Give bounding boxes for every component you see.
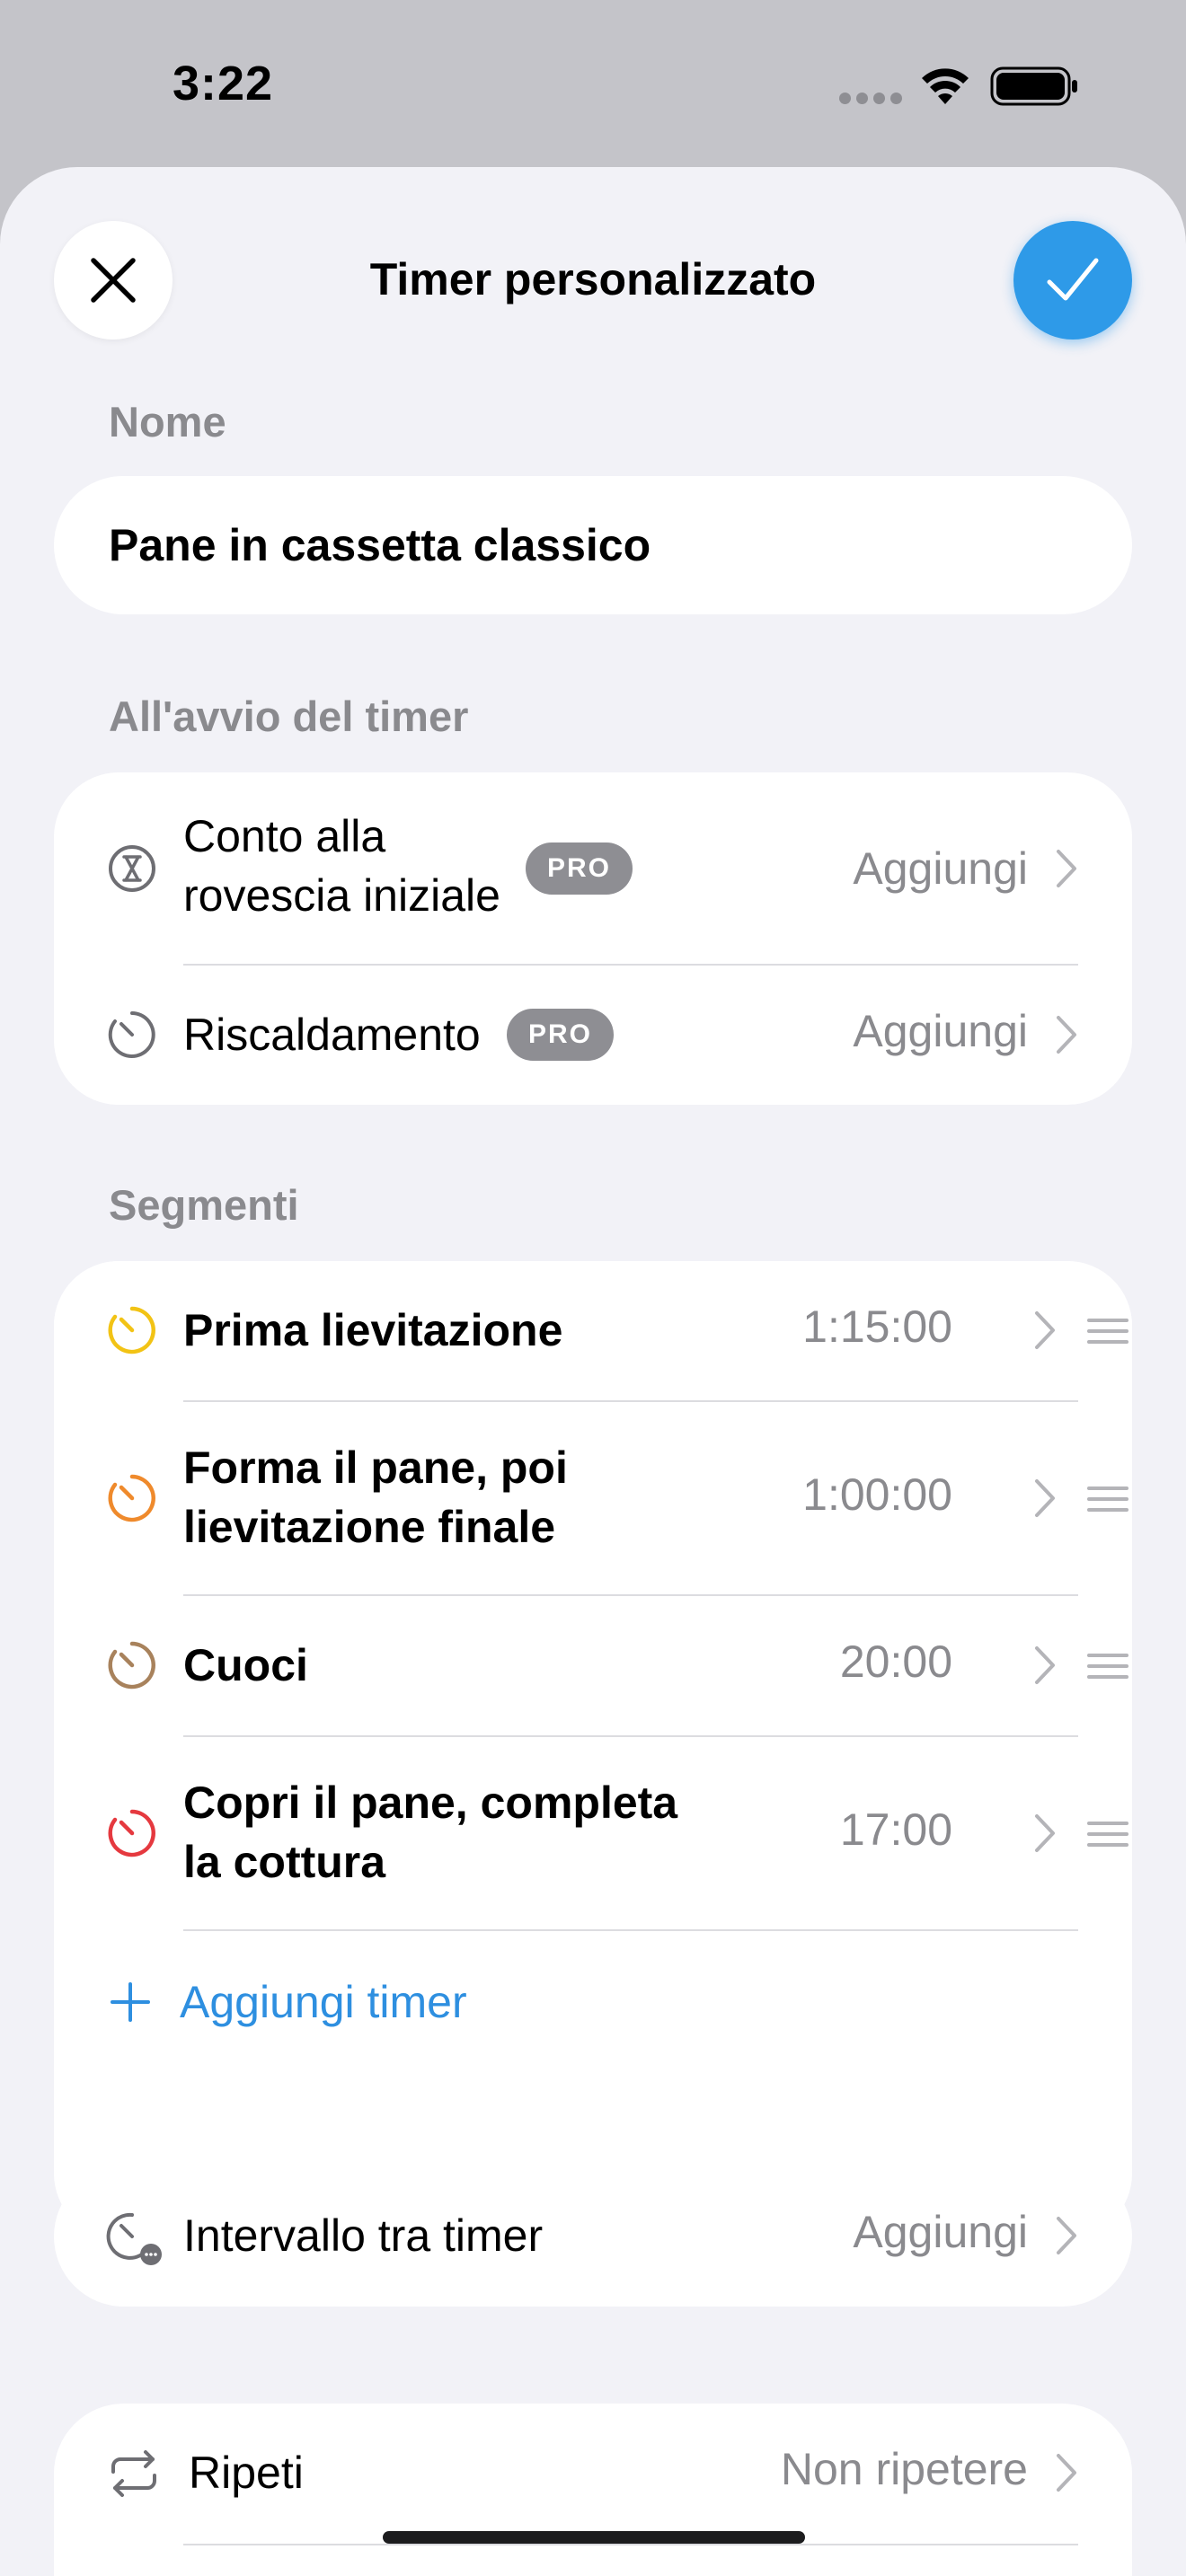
chevron-right-icon: [1057, 2454, 1076, 2492]
chevron-right-icon: [1035, 1646, 1055, 1684]
segment-time: 17:00: [839, 1804, 952, 1855]
segment-row[interactable]: Forma il pane, poi lievitazione finale 1…: [54, 1402, 1132, 1594]
segment-label: Forma il pane, poi lievitazione finale: [183, 1442, 568, 1552]
chevron-right-icon: [1057, 1016, 1076, 1054]
segment-label: Prima lievitazione: [183, 1305, 563, 1355]
chevron-right-icon: [1057, 2217, 1076, 2254]
timer-icon: [108, 1474, 155, 1522]
repeat-row[interactable]: Ripeti Non ripetere: [54, 2404, 1132, 2544]
drag-handle-icon[interactable]: [1087, 1486, 1128, 1513]
start-section-label: All'avvio del timer: [109, 693, 469, 740]
segments-list: Prima lievitazione 1:15:00 Forma il pane…: [54, 1261, 1132, 2238]
interval-row[interactable]: Intervallo tra timer Aggiungi: [54, 2166, 1132, 2307]
pro-badge: PRO: [507, 1009, 615, 1061]
start-options-card: Conto alla rovescia iniziale PRO Aggiung…: [54, 772, 1132, 1105]
chevron-right-icon: [1035, 1814, 1055, 1852]
confirm-button[interactable]: [1013, 221, 1132, 340]
preheat-label: Riscaldamento: [183, 1010, 481, 1060]
preheat-row[interactable]: Riscaldamento PRO Aggiungi: [54, 966, 1132, 1105]
segment-row[interactable]: Cuoci 20:00: [54, 1596, 1132, 1735]
add-timer-button[interactable]: Aggiungi timer: [54, 1931, 1132, 2071]
preheat-value: Aggiungi: [853, 1006, 1028, 1056]
name-section-label: Nome: [109, 398, 226, 446]
initial-countdown-row[interactable]: Conto alla rovescia iniziale PRO Aggiung…: [54, 772, 1132, 964]
wifi-icon: [922, 68, 969, 104]
pro-badge: PRO: [526, 842, 633, 895]
segment-time: 1:15:00: [802, 1301, 952, 1352]
chevron-right-icon: [1057, 850, 1076, 887]
battery-icon: [990, 66, 1077, 106]
hourglass-icon: [109, 845, 155, 892]
drag-handle-icon[interactable]: [1087, 1319, 1128, 1345]
status-bar: 3:22: [0, 0, 1186, 171]
timer-icon: [108, 1641, 155, 1689]
segments-section-label: Segmenti: [109, 1181, 299, 1229]
interval-value: Aggiungi: [853, 2207, 1028, 2257]
repeat-value: Non ripetere: [780, 2444, 1028, 2494]
repeat-label: Ripeti: [189, 2448, 304, 2498]
checkmark-icon: [1047, 258, 1099, 301]
repeat-icon: [111, 2450, 156, 2497]
page-title: Timer personalizzato: [369, 254, 817, 304]
plus-icon: [111, 1982, 150, 2022]
initial-countdown-value: Aggiungi: [853, 843, 1028, 894]
segment-row[interactable]: Prima lievitazione 1:15:00: [54, 1261, 1132, 1400]
name-value: Pane in cassetta classico: [109, 520, 651, 570]
initial-countdown-label: Conto alla rovescia iniziale: [183, 811, 500, 921]
interval-timer-icon: [106, 2212, 162, 2265]
cellular-signal-icon: [839, 93, 902, 105]
timer-icon: [108, 1011, 155, 1058]
interval-label: Intervallo tra timer: [183, 2210, 544, 2261]
chevron-right-icon: [1035, 1479, 1055, 1517]
home-indicator[interactable]: [383, 2531, 805, 2544]
status-time: 3:22: [173, 57, 274, 110]
segment-label: Copri il pane, completa la cottura: [183, 1778, 678, 1887]
repeat-card: Ripeti Non ripetere: [54, 2404, 1132, 2576]
chevron-right-icon: [1035, 1311, 1055, 1349]
segment-time: 20:00: [839, 1636, 952, 1687]
custom-timer-sheet: Timer personalizzato Nome Pane in casset…: [0, 167, 1186, 2576]
timer-icon: [108, 1306, 155, 1354]
drag-handle-icon[interactable]: [1087, 1822, 1128, 1848]
add-timer-label: Aggiungi timer: [180, 1977, 467, 2027]
segment-label: Cuoci: [183, 1640, 308, 1690]
timer-icon: [108, 1809, 155, 1857]
drag-handle-icon[interactable]: [1087, 1654, 1128, 1681]
name-field[interactable]: Pane in cassetta classico: [54, 476, 1132, 614]
segment-row[interactable]: Copri il pane, completa la cottura 17:00: [54, 1737, 1132, 1929]
separator: [183, 2544, 1078, 2545]
segment-time: 1:00:00: [802, 1469, 952, 1520]
